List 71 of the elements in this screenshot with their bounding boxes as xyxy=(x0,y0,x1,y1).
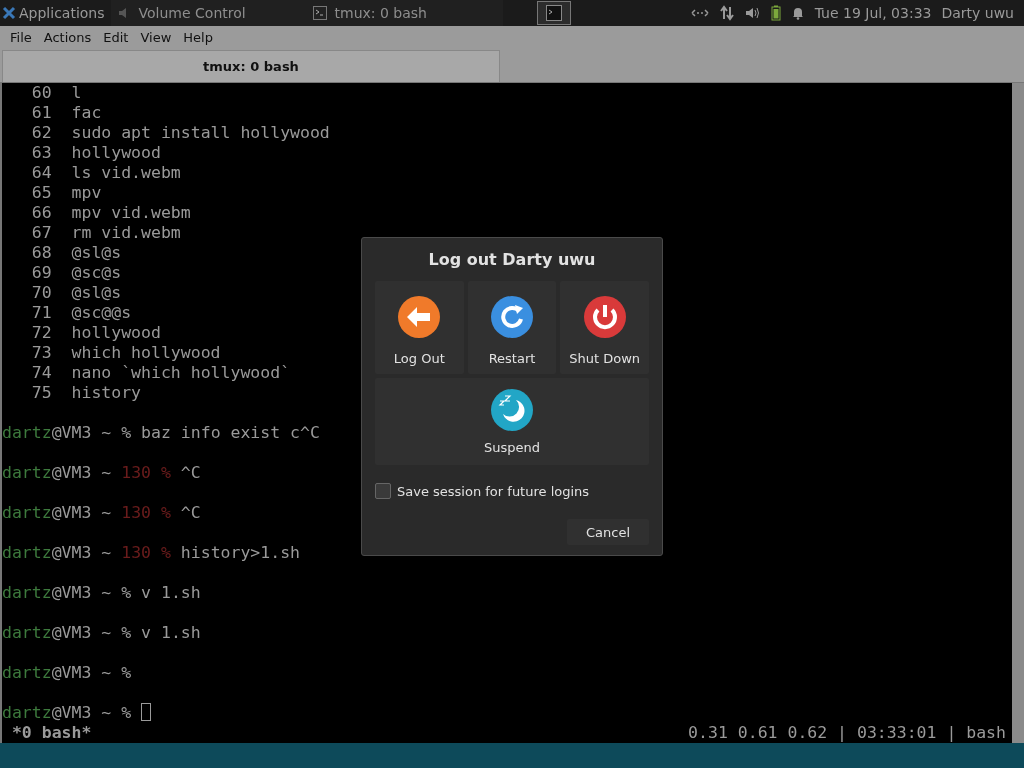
line-number: 60 xyxy=(30,83,52,103)
line-number: 66 xyxy=(30,203,52,223)
network-icon[interactable] xyxy=(690,7,709,19)
command-text: @sl@s xyxy=(71,283,122,303)
moon-icon xyxy=(490,388,534,432)
cancel-button[interactable]: Cancel xyxy=(567,519,649,545)
command-text: hollywood xyxy=(71,143,161,163)
prompt-line: dartz@VM3 ~ 130 % ^C xyxy=(2,463,201,483)
line-number: 61 xyxy=(30,103,52,123)
status-info: 0.31 0.61 0.62 | 03:33:01 | bash xyxy=(688,723,1006,743)
terminal-icon xyxy=(545,5,562,21)
command-text: rm vid.webm xyxy=(71,223,181,243)
command-text: @sc@@s xyxy=(71,303,132,323)
prompt-line: dartz@VM3 ~ % baz info exist c^C xyxy=(2,423,320,443)
terminal-icon xyxy=(312,6,327,20)
command-text: ls vid.webm xyxy=(71,163,181,183)
window-list: *0 bash* xyxy=(11,723,92,743)
clock[interactable]: Tue 19 Jul, 03:33 xyxy=(814,5,932,21)
action-button[interactable]: Log Out xyxy=(375,281,464,374)
dialog-title: Log out Darty uwu xyxy=(427,250,597,269)
checkbox-label[interactable]: Save session for future logins xyxy=(397,483,590,499)
battery-icon[interactable] xyxy=(770,5,781,21)
command-text: which hollywood xyxy=(71,343,221,363)
scrollbar[interactable] xyxy=(1012,83,1024,743)
transfer-arrows-icon[interactable] xyxy=(718,5,735,21)
prompt-line: dartz@VM3 ~ % v 1.sh xyxy=(2,623,201,643)
volume-icon[interactable] xyxy=(744,6,761,20)
menu-item[interactable]: View xyxy=(134,29,178,45)
line-number: 69 xyxy=(30,263,52,283)
menu-item[interactable]: Actions xyxy=(37,29,98,45)
command-text: l xyxy=(71,83,82,103)
menu-item[interactable]: Edit xyxy=(97,29,135,45)
checkbox[interactable] xyxy=(375,483,391,499)
taskbar-button[interactable]: tmux: 0 bash xyxy=(306,0,503,26)
x-logo-icon xyxy=(2,6,16,20)
prompt-line: dartz@VM3 ~ % v 1.sh xyxy=(2,583,201,603)
command-text: mpv vid.webm xyxy=(71,203,191,223)
line-number: 70 xyxy=(30,283,52,303)
menu-item[interactable]: Help xyxy=(177,29,219,45)
line-number: 65 xyxy=(30,183,52,203)
prompt-line: dartz@VM3 ~ % xyxy=(2,663,132,683)
command-text: nano `which hollywood` xyxy=(71,363,291,383)
line-number: 68 xyxy=(30,243,52,263)
prompt-line: dartz@VM3 ~ 130 % ^C xyxy=(2,503,201,523)
line-number: 63 xyxy=(30,143,52,163)
line-number: 71 xyxy=(30,303,52,323)
line-number: 67 xyxy=(30,223,52,243)
command-text: @sl@s xyxy=(71,243,122,263)
action-button[interactable]: Restart xyxy=(467,281,557,374)
taskbar-button[interactable]: Volume Control xyxy=(110,0,307,26)
line-number: 64 xyxy=(30,163,52,183)
command-text: history xyxy=(71,383,142,403)
tab[interactable]: tmux: 0 bash xyxy=(2,50,500,82)
action-button[interactable]: Shut Down xyxy=(560,281,649,374)
command-text: @sc@s xyxy=(71,263,122,283)
line-number: 75 xyxy=(30,383,52,403)
command-text: sudo apt install hollywood xyxy=(71,123,330,143)
command-text: fac xyxy=(71,103,102,123)
line-number: 73 xyxy=(30,343,52,363)
command-text: mpv xyxy=(71,183,102,203)
prompt-line: dartz@VM3 ~ 130 % history>1.sh xyxy=(2,543,301,563)
line-number: 72 xyxy=(30,323,52,343)
user-name[interactable]: Darty uwu xyxy=(941,5,1014,21)
action-button[interactable]: Suspend xyxy=(375,378,649,465)
menu-item[interactable]: File xyxy=(4,29,38,45)
command-text: hollywood xyxy=(71,323,161,343)
prompt-line: dartz@VM3 ~ % xyxy=(2,703,132,723)
line-number: 74 xyxy=(30,363,52,383)
line-number: 62 xyxy=(30,123,52,143)
workspace-button[interactable] xyxy=(536,1,571,25)
applications-menu[interactable]: Applications xyxy=(0,0,111,26)
